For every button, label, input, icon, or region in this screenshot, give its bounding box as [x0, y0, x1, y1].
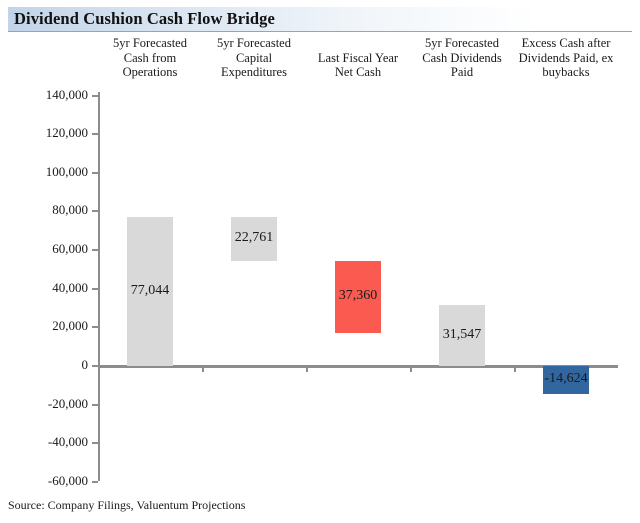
- y-axis-tick: [92, 249, 98, 252]
- x-axis-tick: [410, 368, 412, 372]
- y-axis-tick-label: 140,000: [45, 86, 88, 102]
- bar-value-label: 22,761: [234, 230, 274, 246]
- y-axis-tick: [92, 365, 98, 367]
- bar-value-label: 37,360: [338, 288, 378, 304]
- category-header-line: Net Cash: [334, 65, 382, 80]
- y-axis-tick-label: 40,000: [52, 279, 88, 295]
- category-header: 5yr Forecasted Cash Dividends Paid: [402, 36, 522, 80]
- y-axis-tick-label: -60,000: [47, 472, 88, 488]
- category-header-line: Last Fiscal Year: [317, 50, 399, 65]
- y-axis-tick-label: -20,000: [47, 395, 88, 411]
- y-axis-tick-label: 0: [81, 357, 89, 372]
- category-header: Excess Cash after Dividends Paid, ex buyba…: [506, 36, 626, 80]
- y-axis-tick: [92, 210, 98, 213]
- category-header-line: 5yr Forecasted: [217, 36, 291, 50]
- zero-baseline: [98, 365, 618, 368]
- y-axis-tick: [92, 480, 98, 483]
- category-header-line: Paid: [450, 65, 474, 80]
- y-axis-tick: [92, 171, 98, 174]
- y-axis-tick: [92, 403, 98, 406]
- bar-value-label: 77,044: [130, 282, 170, 298]
- x-axis-tick: [306, 368, 308, 372]
- category-header-line: Excess Cash after: [521, 36, 611, 50]
- bar-value-label: -14,624: [544, 371, 588, 387]
- category-header-line: Capital: [235, 50, 273, 65]
- y-axis-tick-label: 80,000: [52, 202, 88, 218]
- category-header-line: Cash from: [123, 50, 177, 65]
- y-axis-tick: [92, 133, 98, 136]
- y-axis-tick: [92, 326, 98, 329]
- category-header-line: 5yr Forecasted: [425, 36, 499, 50]
- y-axis-tick: [92, 442, 98, 445]
- category-header: 5yr Forecasted Cash from Operations: [90, 36, 210, 80]
- bar-value-label: 31,547: [442, 326, 482, 342]
- y-axis-tick-label: -40,000: [47, 434, 88, 450]
- y-axis-tick: [92, 94, 98, 97]
- category-header-line: Dividends Paid, ex: [518, 50, 614, 65]
- category-header-line: Operations: [122, 65, 178, 80]
- y-axis-tick-label: 20,000: [52, 318, 88, 334]
- source-note: Source: Company Filings, Valuentum Proje…: [8, 498, 246, 512]
- x-axis-tick: [202, 368, 204, 372]
- category-header: Last Fiscal Year Net Cash: [298, 51, 418, 80]
- y-axis-tick-label: 120,000: [45, 125, 88, 141]
- y-axis-tick-label: 100,000: [45, 163, 88, 179]
- category-header-line: 5yr Forecasted: [113, 36, 187, 50]
- category-header-line: buybacks: [542, 65, 590, 80]
- waterfall-chart: 140,000 120,000 100,000 80,000 60,000 40,000 2…: [0, 0, 640, 523]
- category-header: 5yr Forecasted Capital Expenditures: [194, 36, 314, 80]
- category-header-line: Expenditures: [221, 65, 287, 80]
- category-header-line: Cash Dividends: [422, 50, 502, 65]
- y-axis-tick-label: 60,000: [52, 241, 88, 257]
